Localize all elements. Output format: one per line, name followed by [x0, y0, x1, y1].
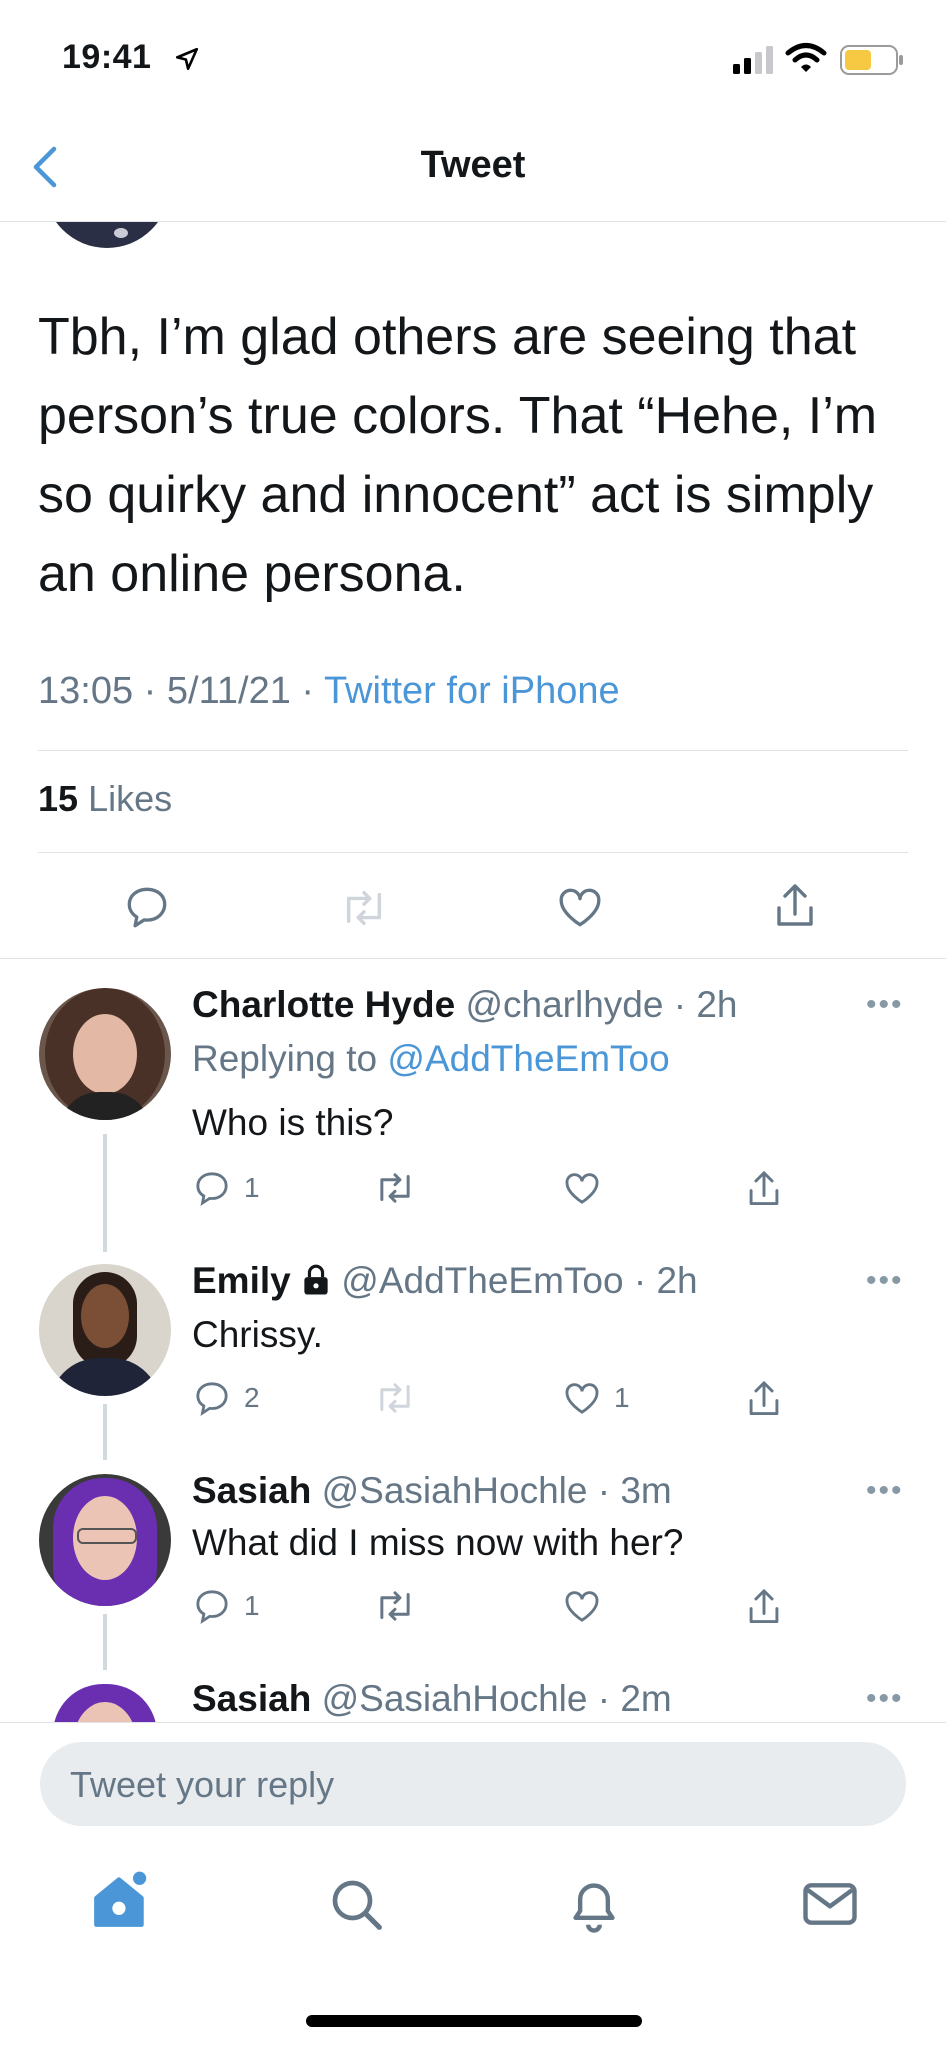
share-icon[interactable] [770, 880, 820, 932]
retweet-icon [380, 1383, 410, 1413]
divider [0, 958, 946, 959]
share-icon [749, 1171, 779, 1205]
reply-icon [196, 1172, 228, 1207]
location-arrow-icon [175, 47, 199, 71]
reply-author-name[interactable]: Sasiah [192, 1678, 311, 1719]
likes-count: 15 [38, 778, 79, 819]
more-icon[interactable]: ••• [866, 1264, 904, 1298]
like-icon [565, 1591, 599, 1622]
avatar[interactable] [39, 1264, 171, 1396]
retweet-action[interactable] [372, 1378, 430, 1418]
battery-icon [840, 45, 903, 75]
reply-count: 1 [244, 1172, 260, 1203]
retweet-icon [380, 1173, 410, 1203]
tweet-source-link[interactable]: Twitter for iPhone [324, 670, 620, 712]
reply-author-handle[interactable]: @AddTheEmToo [341, 1260, 623, 1301]
reply-action-row: 2 1 [192, 1378, 832, 1422]
reply-input-placeholder: Tweet your reply [70, 1764, 335, 1805]
lock-icon [304, 1264, 328, 1295]
reply-text: Chrissy. [192, 1314, 323, 1355]
replying-to: Replying to @AddTheEmToo [192, 1038, 670, 1080]
more-icon[interactable]: ••• [866, 988, 904, 1022]
reply-icon [196, 1590, 228, 1625]
reply-icon [196, 1382, 228, 1417]
reply-author-handle[interactable]: @SasiahHochle [322, 1678, 588, 1719]
like-icon [565, 1383, 599, 1414]
reply-action[interactable]: 2 [192, 1378, 260, 1418]
likes-label: Likes [88, 778, 173, 819]
reply-input[interactable]: Tweet your reply [40, 1742, 906, 1826]
share-icon [749, 1589, 779, 1623]
reply-header: Emily @AddTheEmToo · 2h [192, 1260, 698, 1301]
status-time: 19:41 [62, 38, 152, 76]
like-action[interactable] [562, 1168, 614, 1208]
reply-action-row: 1 [192, 1168, 832, 1212]
share-action[interactable] [744, 1586, 784, 1628]
retweet-icon[interactable] [336, 885, 392, 931]
like-count: 1 [614, 1382, 630, 1413]
like-icon [565, 1173, 599, 1204]
avatar[interactable] [39, 988, 171, 1120]
tweet-date: 5/11/21 [166, 670, 291, 712]
replying-to-handle[interactable]: @AddTheEmToo [387, 1038, 669, 1079]
reply-time: 2h [696, 984, 738, 1025]
tweet-text: Tbh, I’m glad others are seeing that per… [38, 308, 878, 603]
home-icon[interactable] [90, 1868, 152, 1932]
reply-count: 2 [244, 1382, 260, 1413]
mail-icon[interactable] [802, 1880, 858, 1928]
like-icon[interactable] [555, 882, 605, 932]
reply-author-name[interactable]: Sasiah [192, 1470, 311, 1511]
divider [38, 852, 908, 853]
home-indicator[interactable] [306, 2015, 642, 2027]
share-action[interactable] [744, 1378, 784, 1420]
author-avatar-clipped[interactable] [44, 222, 170, 248]
reply-count: 1 [244, 1590, 260, 1621]
page-title: Tweet [420, 144, 526, 186]
reply-header: Charlotte Hyde @charlhyde · 2h [192, 984, 738, 1025]
bell-icon[interactable] [566, 1874, 622, 1934]
signal-icon [733, 46, 773, 74]
divider [0, 1722, 946, 1723]
like-action[interactable]: 1 [562, 1378, 630, 1418]
more-icon[interactable]: ••• [866, 1682, 904, 1716]
reply-time: 3m [620, 1470, 672, 1511]
reply-action[interactable]: 1 [192, 1168, 260, 1208]
avatar[interactable] [39, 1680, 171, 1722]
replying-label: Replying to [192, 1038, 378, 1079]
likes-summary[interactable]: 15 Likes [38, 778, 172, 820]
retweet-action[interactable] [372, 1586, 430, 1626]
avatar[interactable] [39, 1474, 171, 1606]
thread-line [103, 1134, 107, 1252]
reply-action[interactable]: 1 [192, 1586, 260, 1626]
thread-line [103, 1614, 107, 1670]
reply-author-name[interactable]: Emily [192, 1260, 291, 1301]
divider [38, 750, 908, 751]
reply-author-handle[interactable]: @charlhyde [465, 984, 663, 1025]
reply-text: What did I miss now with her? [192, 1522, 684, 1563]
tweet-meta: 13:05 · 5/11/21 · Twitter for iPhone [38, 670, 620, 712]
tweet-time: 13:05 [38, 670, 134, 712]
share-action[interactable] [744, 1168, 784, 1210]
reply-action-row: 1 [192, 1586, 832, 1630]
thread-line [103, 1404, 107, 1460]
reply-header: Sasiah @SasiahHochle · 3m [192, 1470, 672, 1511]
like-action[interactable] [562, 1586, 614, 1626]
reply-text: Who is this? [192, 1102, 394, 1143]
share-icon [749, 1381, 779, 1415]
reply-author-handle[interactable]: @SasiahHochle [322, 1470, 588, 1511]
reply-icon[interactable] [122, 882, 172, 932]
reply-header: Sasiah @SasiahHochle · 2m [192, 1678, 672, 1719]
reply-time: 2h [656, 1260, 698, 1301]
wifi-icon [785, 43, 827, 72]
retweet-action[interactable] [372, 1168, 430, 1208]
search-icon[interactable] [328, 1876, 384, 1932]
reply-author-name[interactable]: Charlotte Hyde [192, 984, 455, 1025]
more-icon[interactable]: ••• [866, 1474, 904, 1508]
retweet-icon [380, 1591, 410, 1621]
reply-time: 2m [620, 1678, 672, 1719]
